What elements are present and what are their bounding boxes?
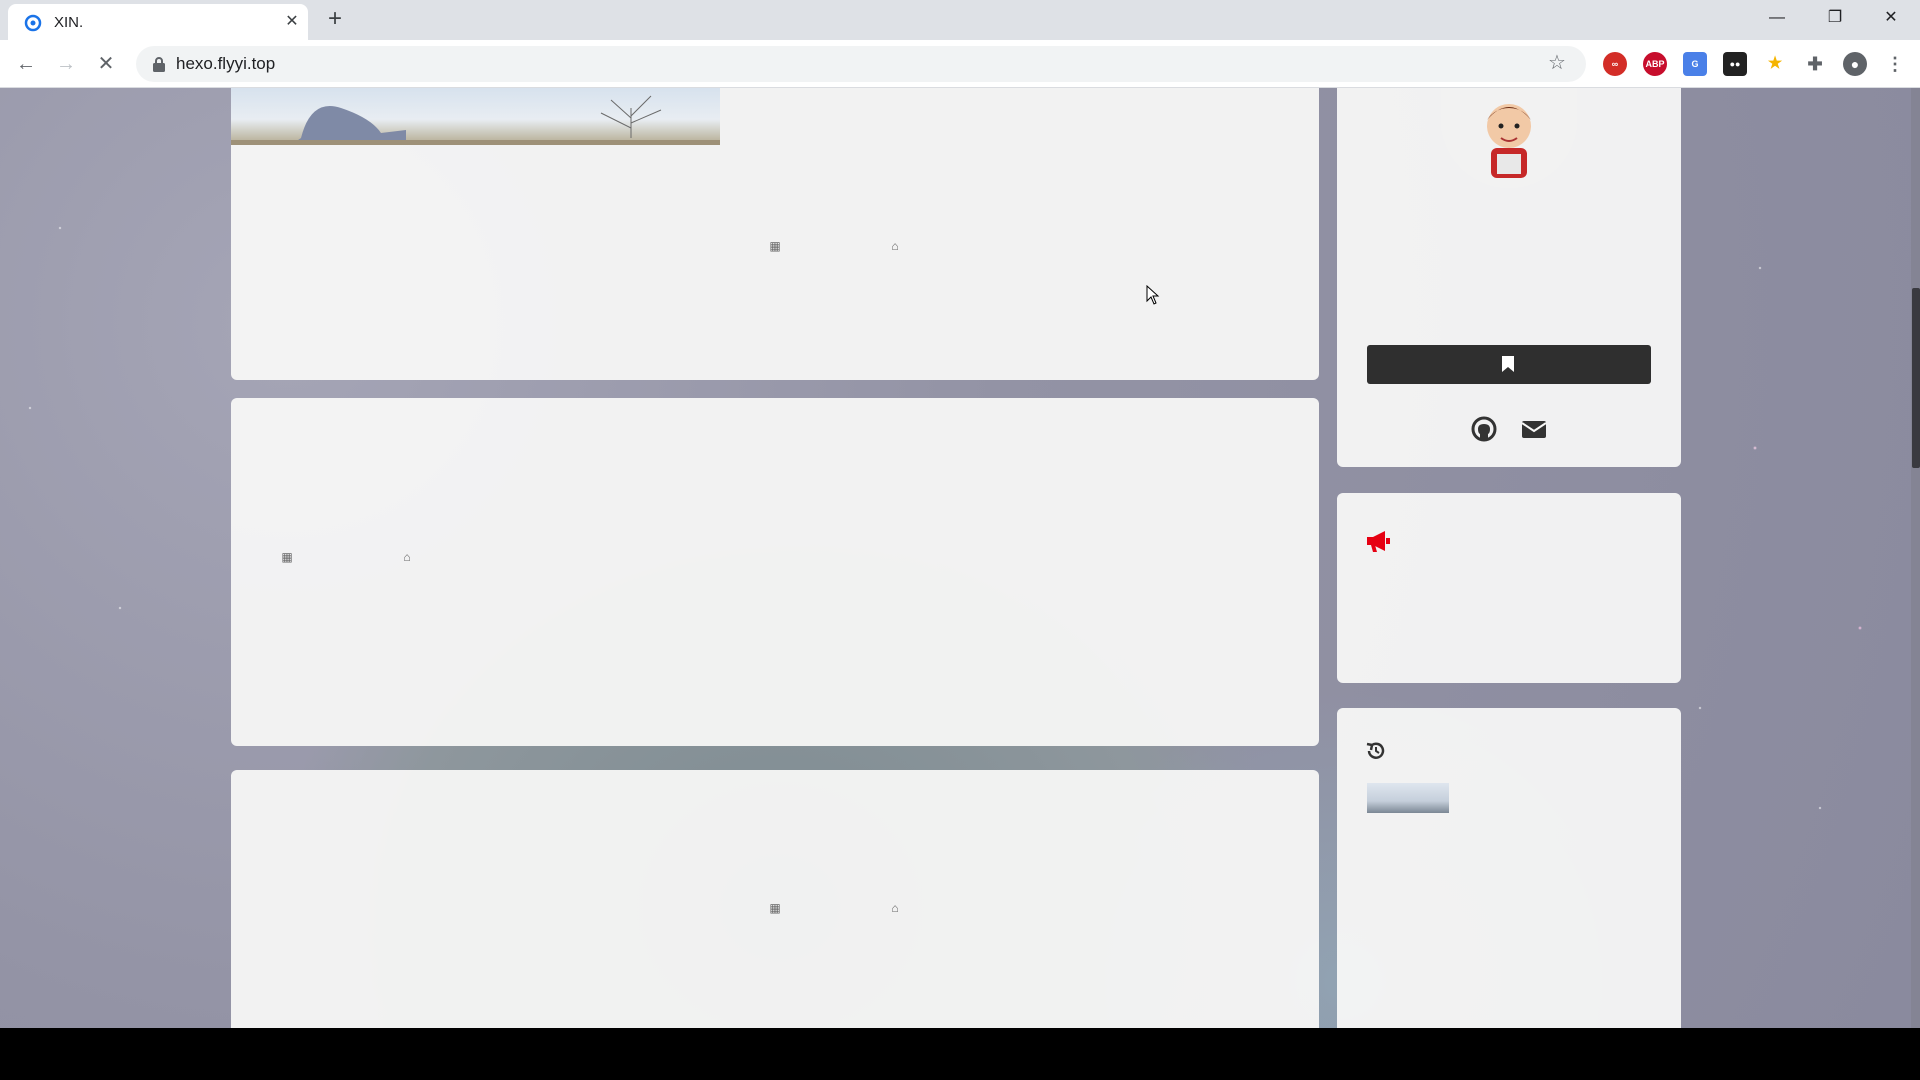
- page-scrollbar-track[interactable]: [1911, 88, 1920, 1028]
- window-minimize-button[interactable]: —: [1754, 4, 1800, 32]
- extensions-puzzle-icon[interactable]: ✚: [1803, 52, 1827, 76]
- post-card[interactable]: ▦ ⌂: [231, 88, 1319, 380]
- translate-extension-icon[interactable]: G: [1683, 52, 1707, 76]
- inbox-icon: ⌂: [403, 550, 411, 564]
- bookmark-star-icon[interactable]: ☆: [1546, 52, 1568, 74]
- back-arrow-icon[interactable]: ←: [14, 52, 38, 76]
- recent-post-thumbnail[interactable]: [1367, 783, 1449, 813]
- page-viewport: ▦ ⌂ ▦ ⌂ ▦ ⌂: [0, 88, 1920, 1028]
- browser-tab[interactable]: XIN. ✕: [8, 4, 308, 40]
- calendar-icon: ▦: [769, 239, 781, 253]
- tampermonkey-extension-icon[interactable]: ●●: [1723, 52, 1747, 76]
- site-favicon-icon: [24, 14, 42, 32]
- inbox-icon: ⌂: [891, 901, 899, 915]
- post-cover-image[interactable]: [231, 88, 720, 145]
- mouse-cursor-icon: [1146, 285, 1160, 305]
- follow-button[interactable]: [1367, 345, 1651, 384]
- avatar-cartoon-graphic: [1487, 104, 1531, 178]
- post-card[interactable]: ▦ ⌂: [231, 770, 1319, 1028]
- calendar-icon: ▦: [769, 901, 781, 915]
- author-profile-card: [1337, 88, 1681, 467]
- bookmark-icon: [1502, 356, 1514, 372]
- profile-avatar-icon[interactable]: ●: [1843, 52, 1867, 76]
- tab-close-icon[interactable]: ✕: [282, 12, 302, 32]
- mail-icon[interactable]: [1521, 416, 1547, 442]
- history-icon: [1366, 742, 1385, 759]
- stop-loading-icon[interactable]: ✕: [94, 52, 118, 76]
- announcement-card: [1337, 493, 1681, 683]
- new-tab-button[interactable]: +: [322, 6, 348, 32]
- page-scrollbar-thumb[interactable]: [1912, 288, 1920, 468]
- forward-arrow-icon[interactable]: →: [54, 52, 78, 76]
- bookmark-extension-icon[interactable]: ★: [1763, 52, 1787, 76]
- window-close-button[interactable]: ✕: [1868, 4, 1914, 32]
- github-icon[interactable]: [1471, 416, 1497, 442]
- post-card[interactable]: ▦ ⌂: [231, 398, 1319, 746]
- recent-posts-card: [1337, 708, 1681, 1028]
- lock-icon: [153, 57, 165, 72]
- cover-landscape-graphic: [231, 95, 720, 145]
- browser-menu-icon[interactable]: ⋮: [1883, 52, 1907, 76]
- avatar[interactable]: [1441, 88, 1577, 188]
- browser-toolbar: ← → ✕ hexo.flyyi.top ☆ ∞ ABP G ●● ★ ✚ ● …: [0, 40, 1920, 88]
- address-bar[interactable]: hexo.flyyi.top ☆: [136, 46, 1586, 82]
- url-text: hexo.flyyi.top: [176, 54, 276, 73]
- window-restore-button[interactable]: ❐: [1812, 4, 1858, 32]
- tab-strip: XIN. ✕ + — ❐ ✕: [0, 0, 1920, 40]
- inbox-icon: ⌂: [891, 239, 899, 253]
- megaphone-icon: [1367, 531, 1390, 552]
- tab-title: XIN.: [54, 14, 84, 31]
- adblock-plus-extension-icon[interactable]: ABP: [1643, 52, 1667, 76]
- calendar-icon: ▦: [281, 550, 293, 564]
- lastpass-extension-icon[interactable]: ∞: [1603, 52, 1627, 76]
